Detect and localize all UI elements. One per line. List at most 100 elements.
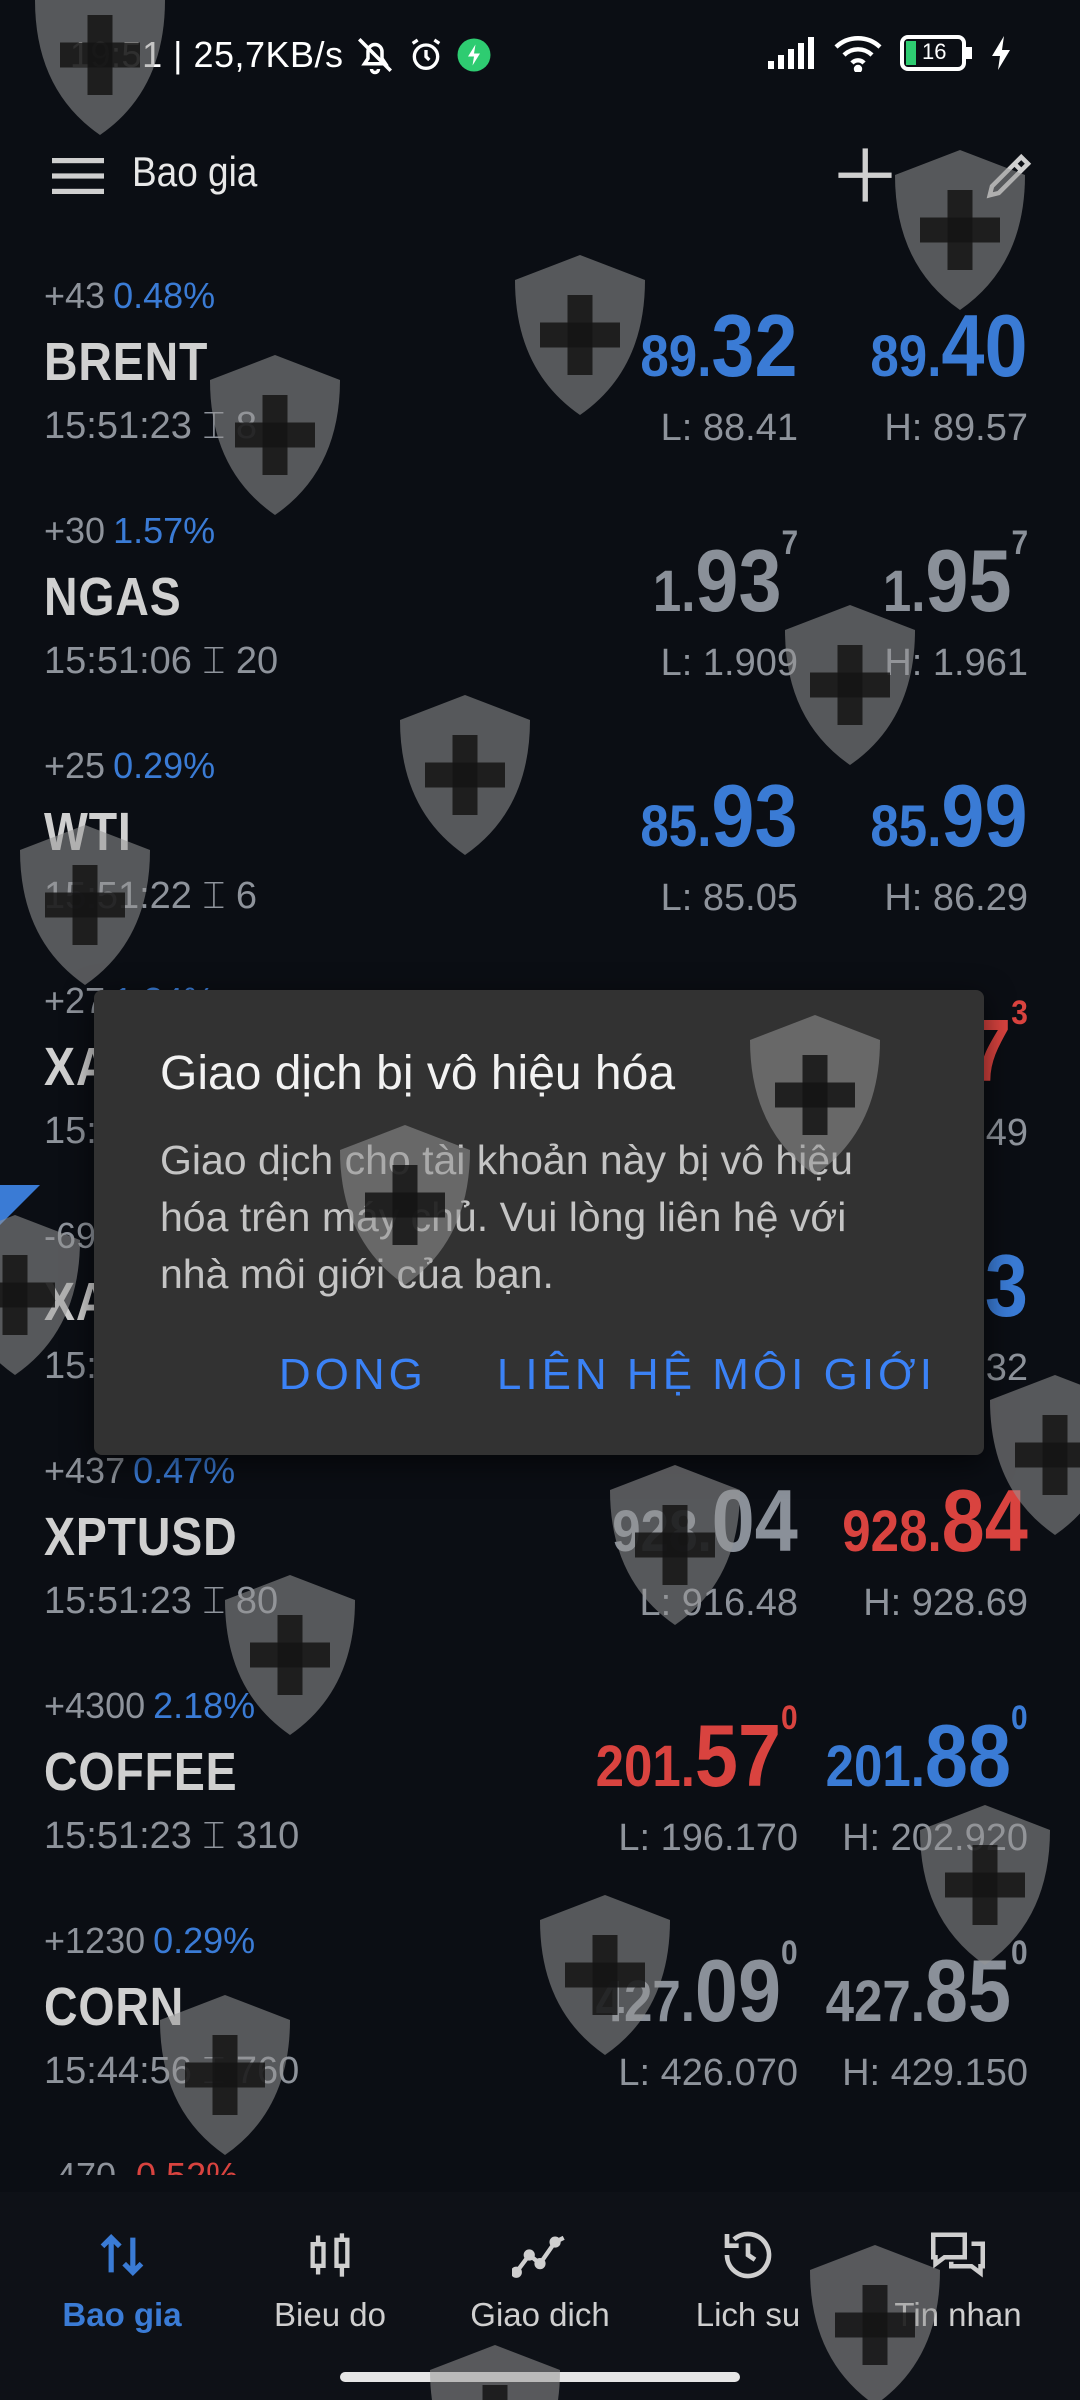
nav-item-quotes[interactable]: Bao gia — [14, 2220, 230, 2350]
quote-change-percent: 0.48% — [113, 275, 216, 316]
bid-price-main: 928. — [612, 1499, 712, 1564]
menu-button[interactable] — [48, 146, 108, 206]
quote-spread: 80 — [235, 1580, 279, 1622]
bell-muted-icon — [354, 34, 396, 76]
edit-button[interactable] — [975, 140, 1045, 210]
ask-price[interactable]: 201.880 — [825, 1699, 1028, 1807]
quote-high: 49 — [985, 1112, 1028, 1154]
quote-high: 32 — [985, 1347, 1028, 1389]
pencil-icon — [986, 153, 1032, 199]
quote-row[interactable]: +30 1.57% NGAS 15:51:06 ⌶ 20 1.937 1.957 L: 1.… — [0, 490, 1080, 725]
bid-price[interactable]: 928.04 — [613, 1470, 798, 1572]
signal-icon — [768, 36, 816, 70]
spread-icon: ⌶ — [191, 1815, 236, 1857]
quote-row[interactable]: +25 0.29% WTI 15:51:22 ⌶ 6 85.93 85.99 L: 85.0… — [0, 725, 1080, 960]
ask-price-fraction: 3 — [1011, 994, 1028, 1032]
bid-price[interactable]: 1.937 — [653, 524, 798, 632]
ask-price-main: 201. — [825, 1734, 926, 1799]
quote-time: 15:51:23 — [44, 1580, 192, 1622]
quote-meta: 15:44:56 ⌶ 760 — [44, 2050, 299, 2093]
bottom-navigation: Bao gia Bieu do Giao dich Lich su Tin nh… — [0, 2192, 1080, 2400]
add-symbol-button[interactable] — [830, 140, 900, 210]
bid-price-main: 85. — [640, 794, 712, 859]
quote-meta: 15:51:22 ⌶ 6 — [44, 875, 257, 918]
nav-item-history[interactable]: Lich su — [640, 2220, 856, 2350]
ask-price-pips: 85 — [925, 1941, 1012, 2040]
ask-price-fraction: 0 — [1011, 2169, 1028, 2175]
trade-line-icon — [512, 2220, 568, 2290]
quote-low: L: 88.41 — [660, 407, 798, 449]
quote-change: +437 0.47% — [44, 1450, 235, 1492]
quote-time: 15:51:23 — [44, 1815, 192, 1857]
quote-high: H: 89.57 — [884, 407, 1028, 449]
edge-marker — [0, 1185, 40, 1225]
quote-symbol: COFFEE — [44, 1742, 238, 1802]
quote-row[interactable]: +4300 2.18% COFFEE 15:51:23 ⌶ 310 201.570 201… — [0, 1665, 1080, 1900]
ask-price-fraction: 0 — [1011, 1699, 1028, 1737]
quote-change-points: +4300 — [44, 1685, 146, 1726]
ask-price-pips: 3 — [984, 1236, 1028, 1335]
quote-spread: 310 — [235, 1815, 300, 1857]
nav-item-chart[interactable]: Bieu do — [222, 2220, 438, 2350]
quote-row[interactable]: +437 0.47% XPTUSD 15:51:23 ⌶ 80 928.04 928.84… — [0, 1430, 1080, 1665]
ask-price[interactable]: 85.99 — [871, 765, 1028, 867]
ask-price-pips: 99 — [941, 766, 1028, 865]
quote-symbol: XPTUSD — [44, 1507, 238, 1567]
ask-price-fraction: 7 — [1011, 524, 1028, 562]
ask-price[interactable]: 1.957 — [883, 524, 1028, 632]
quote-low: L: 916.48 — [639, 1582, 798, 1624]
nav-item-messages[interactable]: Tin nhan — [850, 2220, 1066, 2350]
bid-price-main: 89. — [640, 324, 712, 389]
spread-icon: ⌶ — [191, 1580, 236, 1622]
bid-price[interactable]: 89.32 — [641, 295, 798, 397]
ask-price[interactable]: 928.84 — [843, 1470, 1028, 1572]
dialog-actions: DONG LIÊN HỆ MÔI GIỚI — [279, 1350, 936, 1400]
quote-row[interactable]: +1230 0.29% CORN 15:44:56 ⌶ 760 427.090 427.8… — [0, 1900, 1080, 2135]
ask-price-main: 85. — [870, 794, 942, 859]
quote-spread: 6 — [235, 875, 257, 917]
ask-price-main: 89. — [870, 324, 942, 389]
ask-price[interactable]: 89.40 — [871, 295, 1028, 397]
bid-price-main: 427. — [595, 1969, 696, 2034]
quote-change-points: +43 — [44, 275, 106, 316]
quote-row[interactable]: -470 -0.52% 0 0 — [0, 2135, 1080, 2175]
contact-broker-button[interactable]: LIÊN HỆ MÔI GIỚI — [497, 1350, 936, 1400]
ask-price[interactable]: 427.850 — [826, 1934, 1028, 2042]
quote-change: +43 0.48% — [44, 275, 215, 317]
status-right: 16 — [768, 34, 1010, 72]
home-indicator[interactable] — [340, 2372, 740, 2382]
bid-price-main: 201. — [595, 1734, 696, 1799]
quote-high: H: 1.961 — [884, 642, 1028, 684]
status-time-speed: 19:51 | 25,7KB/s — [70, 34, 344, 75]
quote-time: 15:51:23 — [44, 405, 192, 447]
ask-price-pips: 88 — [925, 1706, 1012, 1805]
close-button[interactable]: DONG — [279, 1350, 427, 1400]
spread-icon: ⌶ — [191, 640, 236, 682]
quote-change-points: +25 — [44, 745, 106, 786]
quote-time: 15:51:22 — [44, 875, 192, 917]
quote-change-percent: 0.29% — [153, 1920, 256, 1961]
quote-high: H: 202.920 — [842, 1817, 1028, 1859]
quote-change-points: +30 — [44, 510, 106, 551]
bid-price-fraction: 0 — [781, 2169, 798, 2175]
bid-price-pips: 32 — [711, 296, 798, 395]
ask-price[interactable]: 3 — [985, 1235, 1028, 1337]
quote-change-points: -470 — [44, 2155, 116, 2175]
bid-price-fraction: 0 — [781, 1699, 798, 1737]
ask-price-pips: 40 — [941, 296, 1028, 395]
bid-price-fraction: 7 — [781, 524, 798, 562]
quote-low: L: 1.909 — [660, 642, 798, 684]
quote-change: +30 1.57% — [44, 510, 215, 552]
bid-price-pips: 57 — [695, 1706, 782, 1805]
ask-price-main: 928. — [842, 1499, 942, 1564]
quote-high: H: 429.150 — [842, 2052, 1028, 2094]
bid-price[interactable]: 85.93 — [641, 765, 798, 867]
battery-icon: 16 — [900, 35, 974, 71]
quote-time: 15:51:06 — [44, 640, 192, 682]
bid-price[interactable]: 427.090 — [595, 1934, 798, 2042]
bid-price[interactable]: 201.570 — [595, 1699, 798, 1807]
history-clock-icon — [720, 2220, 776, 2290]
quote-change: +25 0.29% — [44, 745, 215, 787]
nav-item-trade[interactable]: Giao dich — [432, 2220, 648, 2350]
quote-row[interactable]: +43 0.48% BRENT 15:51:23 ⌶ 8 89.32 89.40 L: 88… — [0, 255, 1080, 490]
